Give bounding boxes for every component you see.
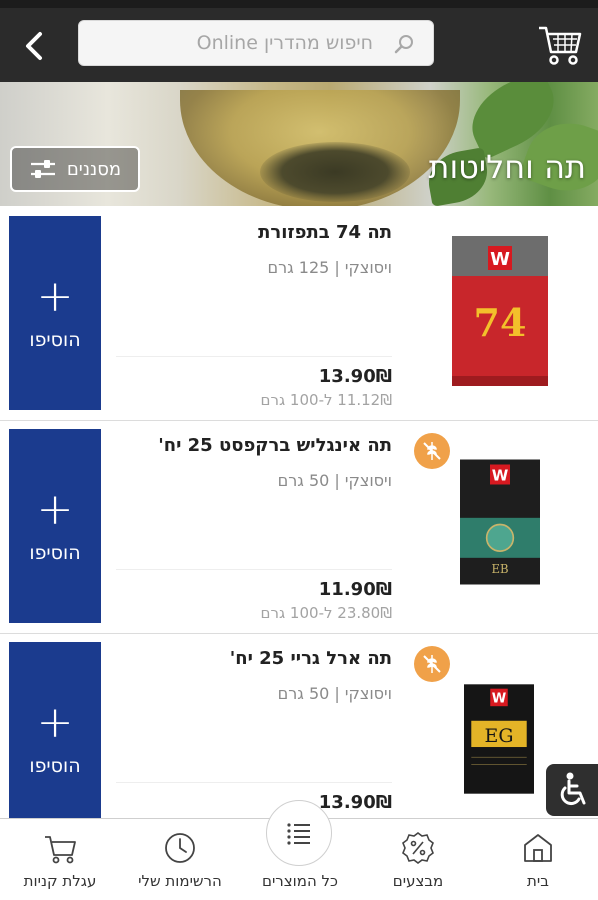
add-to-cart-button[interactable]: + הוסיפו (9, 216, 101, 410)
gluten-free-badge-icon (414, 433, 450, 469)
all-products-button[interactable] (266, 800, 332, 866)
nav-home[interactable]: בית (478, 819, 598, 900)
nav-my-lists-label: הרשימות שלי (138, 872, 222, 890)
add-label: הוסיפו (29, 329, 81, 351)
search-box[interactable] (78, 20, 434, 66)
product-size: 125 גרם (267, 258, 330, 277)
plus-icon: + (36, 484, 74, 535)
svg-text:W: W (492, 692, 507, 707)
product-image-label: EB (491, 562, 508, 576)
divider (116, 356, 392, 357)
product-unit-price: 11.12₪ ל-100 גרם (260, 391, 392, 409)
product-brand: ויסוצקי (344, 258, 392, 277)
shopping-cart-icon (45, 836, 76, 864)
nav-cart[interactable]: עגלת קניות (0, 819, 120, 900)
product-image[interactable]: W EG (464, 664, 534, 814)
add-to-cart-button[interactable]: + הוסיפו (9, 429, 101, 623)
percent-badge-icon (402, 832, 434, 864)
product-size: 50 גרם (277, 684, 330, 703)
product-name[interactable]: תה אינגליש ברקפסט 25 יח' (158, 435, 392, 456)
back-button[interactable] (14, 26, 54, 66)
product-brand: ויסוצקי (344, 471, 392, 490)
product-card[interactable]: + הוסיפו תה 74 בתפזורת ויסוצקי | 125 גרם… (0, 208, 598, 421)
sliders-icon (30, 160, 55, 178)
product-price: 13.90₪ (318, 792, 392, 813)
top-bar (0, 0, 598, 82)
svg-text:W: W (490, 249, 510, 270)
product-size: 50 גרם (277, 471, 330, 490)
product-unit-price: 23.80₪ ל-100 גרם (260, 604, 392, 622)
nav-cart-label: עגלת קניות (23, 872, 97, 890)
clock-icon (165, 833, 195, 863)
app-screen: תה וחליטות מסננים + הוסיפו תה 74 בתפזורת… (0, 0, 598, 900)
product-image[interactable]: W 74 (452, 236, 548, 386)
shopping-cart-icon (539, 26, 582, 65)
plus-icon: + (36, 697, 74, 748)
product-details: ויסוצקי | 50 גרם (277, 684, 392, 703)
product-price: 13.90₪ (318, 366, 392, 387)
product-image[interactable]: W EB (460, 447, 540, 597)
accessibility-button[interactable] (546, 764, 598, 816)
filter-button[interactable]: מסננים (10, 146, 140, 192)
nav-my-lists[interactable]: הרשימות שלי (120, 819, 240, 900)
svg-text:W: W (492, 466, 509, 484)
plus-icon: + (36, 271, 74, 322)
tea-leaves-image (260, 142, 410, 202)
product-name[interactable]: תה 74 בתפזורת (258, 222, 392, 243)
wheelchair-icon (560, 772, 586, 806)
product-details: ויסוצקי | 125 גרם (267, 258, 392, 277)
home-icon (524, 834, 552, 862)
category-banner: תה וחליטות מסננים (0, 82, 598, 206)
divider (116, 782, 392, 783)
product-details: ויסוצקי | 50 גרם (277, 471, 392, 490)
category-title: תה וחליטות (428, 148, 586, 186)
nav-deals[interactable]: מבצעים (358, 819, 478, 900)
list-icon (287, 823, 310, 845)
nav-deals-label: מבצעים (392, 872, 444, 890)
product-image-label: EG (485, 725, 514, 747)
filter-label: מסננים (66, 158, 122, 180)
add-to-cart-button[interactable]: + הוסיפו (9, 642, 101, 836)
nav-home-label: בית (527, 872, 549, 890)
divider (116, 569, 392, 570)
product-list: + הוסיפו תה 74 בתפזורת ויסוצקי | 125 גרם… (0, 208, 598, 847)
product-brand: ויסוצקי (344, 684, 392, 703)
product-price: 11.90₪ (318, 579, 392, 600)
product-card[interactable]: + הוסיפו תה אינגליש ברקפסט 25 יח' ויסוצק… (0, 421, 598, 634)
add-label: הוסיפו (29, 755, 81, 777)
cart-button[interactable] (536, 20, 584, 68)
product-image-label: 74 (474, 300, 527, 345)
search-input[interactable] (79, 21, 433, 65)
chevron-left-icon (26, 32, 42, 60)
search-icon (394, 35, 413, 54)
gluten-free-badge-icon (414, 646, 450, 682)
product-name[interactable]: תה ארל גריי 25 יח' (230, 648, 392, 669)
add-label: הוסיפו (29, 542, 81, 564)
nav-all-products-label: כל המוצרים (262, 872, 338, 890)
